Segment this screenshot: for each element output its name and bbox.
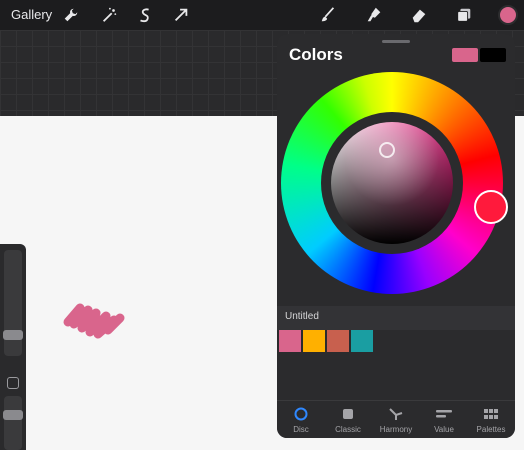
current-color-swatch[interactable] (498, 5, 518, 25)
smudge-icon[interactable] (364, 5, 384, 25)
palette-name: Untitled (285, 311, 319, 322)
brush-size-slider[interactable] (4, 250, 22, 356)
layers-icon[interactable] (454, 5, 474, 25)
magic-wand-icon[interactable] (99, 5, 119, 25)
pink-scribble-stroke (63, 303, 125, 339)
hue-ring[interactable] (281, 72, 503, 294)
tab-disc[interactable]: Disc (277, 407, 325, 434)
palette-swatch[interactable] (303, 330, 325, 352)
palette-header: Untitled (277, 306, 515, 330)
gallery-button[interactable]: Gallery (11, 7, 52, 22)
disc-icon (277, 407, 325, 421)
primary-color-swatch[interactable] (452, 48, 478, 62)
color-mode-tabs: Disc Classic Harmony Value Palettes (277, 400, 515, 438)
panel-grabber[interactable] (382, 40, 410, 43)
tab-classic-label: Classic (335, 425, 361, 434)
panel-title: Colors (289, 45, 343, 64)
wrench-icon[interactable] (61, 5, 81, 25)
palette-swatch[interactable] (279, 330, 301, 352)
brush-size-knob[interactable] (3, 330, 23, 340)
eraser-icon[interactable] (409, 5, 429, 25)
transform-arrow-icon[interactable] (171, 5, 191, 25)
selection-icon[interactable] (135, 5, 155, 25)
grid-icon (467, 407, 515, 421)
tab-disc-label: Disc (293, 425, 309, 434)
secondary-color-swatch[interactable] (480, 48, 506, 62)
tab-value[interactable]: Value (420, 407, 468, 434)
saturation-brightness-disc[interactable] (331, 122, 453, 244)
modify-button[interactable] (7, 377, 19, 389)
harmony-icon (372, 407, 420, 421)
value-bars-icon (420, 407, 468, 421)
palette-swatch[interactable] (351, 330, 373, 352)
tab-value-label: Value (434, 425, 454, 434)
tab-palettes[interactable]: Palettes (467, 407, 515, 434)
palette-swatch[interactable] (327, 330, 349, 352)
square-icon (324, 407, 372, 421)
tab-harmony-label: Harmony (379, 425, 413, 434)
hue-picker-handle[interactable] (474, 190, 508, 224)
top-toolbar: Gallery (0, 0, 524, 30)
colors-panel: Colors Untitled Disc Classic Harmony Val… (277, 34, 515, 438)
opacity-knob[interactable] (3, 410, 23, 420)
brush-icon[interactable] (318, 5, 338, 25)
opacity-slider[interactable] (4, 396, 22, 450)
tab-palettes-label: Palettes (476, 425, 506, 434)
disc-picker-handle[interactable] (379, 142, 395, 158)
brush-size-sidebar (0, 244, 26, 450)
palette-swatches (277, 330, 515, 400)
tab-harmony[interactable]: Harmony (372, 407, 420, 434)
tab-classic[interactable]: Classic (324, 407, 372, 434)
